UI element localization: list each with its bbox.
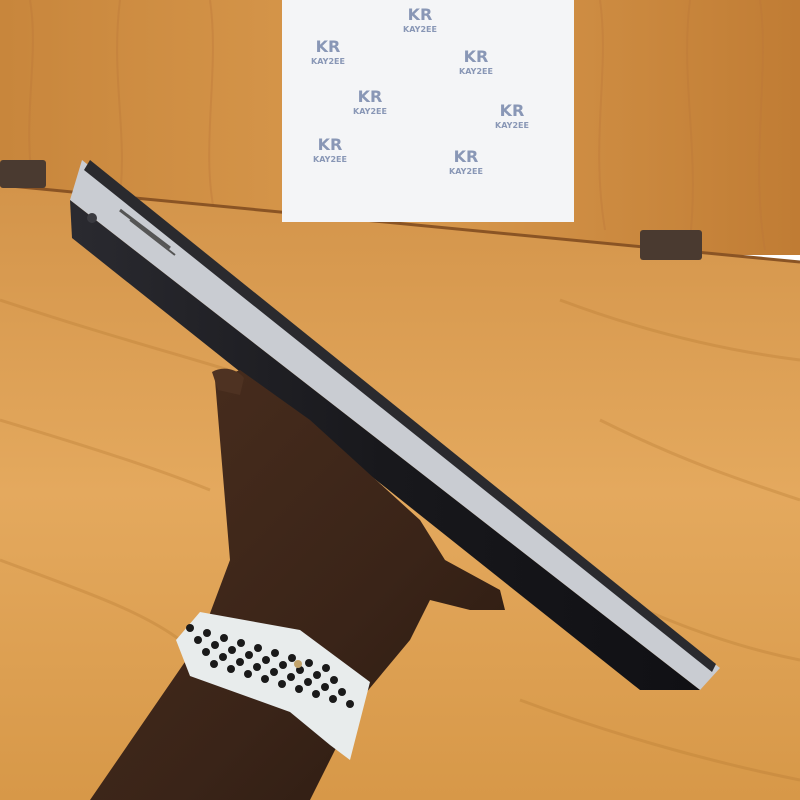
band-hole <box>304 678 312 686</box>
band-hole <box>305 659 313 667</box>
band-hole <box>261 675 269 683</box>
band-hole <box>244 670 252 678</box>
band-hole <box>254 644 262 652</box>
hinge-right <box>640 230 702 260</box>
band-hole <box>270 668 278 676</box>
scene-svg: KRKAY2EE KRKAY2EEKRKAY2EE KRKAY2EEKRKAY2EE… <box>0 0 800 800</box>
band-hole <box>279 661 287 669</box>
band-hole <box>288 654 296 662</box>
band-hole <box>329 695 337 703</box>
band-hole <box>271 649 279 657</box>
photo-scene: KR KAY2EE KR KAY2EE KR KAY2EE KR KAY2EE KR KAY2EE… <box>0 0 800 800</box>
band-hole <box>295 685 303 693</box>
band-hole <box>227 665 235 673</box>
watermark-monogram: KR <box>318 135 343 154</box>
band-hole <box>262 656 270 664</box>
band-hole <box>194 636 202 644</box>
watermark-brand: KAY2EE <box>495 121 529 130</box>
band-hole <box>312 690 320 698</box>
band-hole <box>321 683 329 691</box>
band-hole <box>211 641 219 649</box>
watermark-brand: KAY2EE <box>353 107 387 116</box>
laptop-port <box>87 213 97 223</box>
band-hole <box>220 634 228 642</box>
watermark-monogram: KR <box>358 87 383 106</box>
band-hole <box>202 648 210 656</box>
band-hole <box>346 700 354 708</box>
band-hole <box>245 651 253 659</box>
watermark-brand: KAY2EE <box>449 167 483 176</box>
watermark-monogram: KR <box>500 101 525 120</box>
band-hole <box>278 680 286 688</box>
watermark-brand: KAY2EE <box>313 155 347 164</box>
band-hole <box>287 673 295 681</box>
band-hole <box>236 658 244 666</box>
band-hole <box>210 660 218 668</box>
band-hole <box>322 664 330 672</box>
watermark-brand: KAY2EE <box>459 67 493 76</box>
band-hole <box>237 639 245 647</box>
watermark-brand: KAY2EE <box>311 57 345 66</box>
band-hole <box>338 688 346 696</box>
band-hole <box>219 653 227 661</box>
band-hole <box>186 624 194 632</box>
band-hole <box>203 629 211 637</box>
watermark-brand: KAY2EE <box>403 25 437 34</box>
watermark-monogram: KR <box>408 5 433 24</box>
band-hole <box>313 671 321 679</box>
watermark-monogram: KR <box>316 37 341 56</box>
band-hole <box>253 663 261 671</box>
watermark-monogram: KR <box>454 147 479 166</box>
band-pin <box>294 660 302 668</box>
band-hole <box>330 676 338 684</box>
hinge-left <box>0 160 46 188</box>
band-hole <box>228 646 236 654</box>
watermark-monogram: KR <box>464 47 489 66</box>
